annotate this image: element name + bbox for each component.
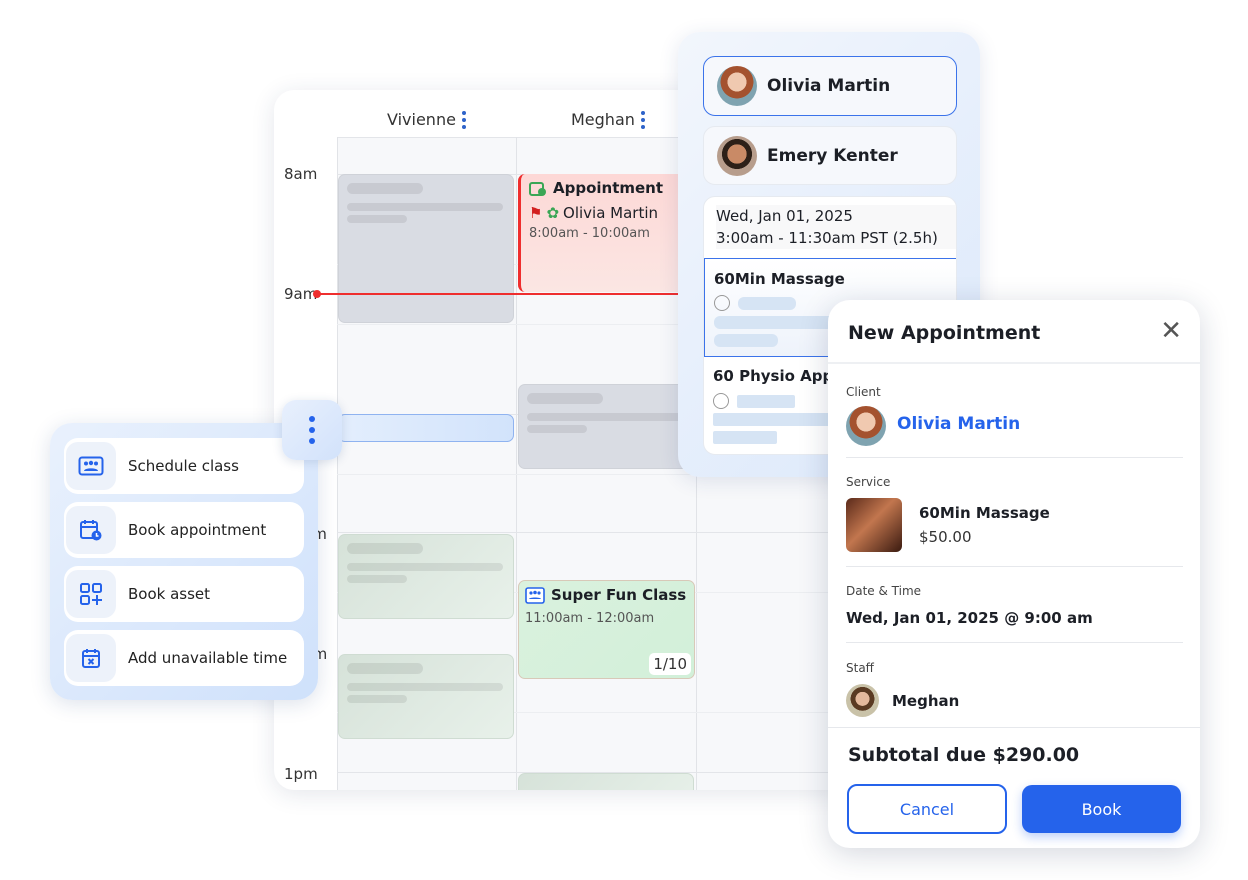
menu-item-label: Schedule class bbox=[128, 457, 239, 475]
staff-label: Staff bbox=[846, 661, 874, 675]
event-client: Olivia Martin bbox=[563, 204, 659, 222]
event-title: Super Fun Class bbox=[551, 586, 687, 604]
menu-item-label: Add unavailable time bbox=[128, 649, 288, 667]
modal-title: New Appointment bbox=[848, 322, 1041, 344]
calendar-event-placeholder[interactable] bbox=[338, 534, 514, 619]
divider bbox=[828, 362, 1200, 364]
menu-item-add-unavailable-time[interactable]: Add unavailable time bbox=[64, 630, 304, 686]
client-avatar bbox=[846, 406, 886, 446]
avatar bbox=[717, 66, 757, 106]
menu-item-label: Book asset bbox=[128, 585, 211, 603]
class-icon bbox=[66, 442, 116, 490]
date-text: Wed, Jan 01, 2025 bbox=[716, 207, 853, 225]
new-appointment-modal: New Appointment ✕ Client Olivia Martin S… bbox=[828, 300, 1200, 848]
service-image bbox=[846, 498, 902, 552]
calendar-event-placeholder[interactable] bbox=[338, 174, 514, 323]
capacity-badge: 1/10 bbox=[649, 653, 691, 675]
appointment-event[interactable]: Appointment ⚑ ✿ Olivia Martin 8:00am - 1… bbox=[518, 174, 698, 292]
event-title: Appointment bbox=[553, 179, 664, 197]
client-option-olivia[interactable]: Olivia Martin bbox=[703, 56, 957, 116]
divider bbox=[516, 137, 517, 790]
avatar bbox=[717, 135, 757, 176]
calendar-event-placeholder[interactable] bbox=[518, 384, 698, 469]
time-label: 8am bbox=[284, 165, 318, 183]
current-time-dot bbox=[313, 290, 321, 298]
divider bbox=[337, 532, 854, 533]
current-time-line bbox=[316, 293, 680, 295]
menu-item-schedule-class[interactable]: Schedule class bbox=[64, 438, 304, 494]
grid-plus-icon bbox=[66, 570, 116, 618]
client-option-emery[interactable]: Emery Kenter bbox=[703, 126, 957, 185]
service-name: 60 Physio Appo bbox=[713, 367, 844, 385]
class-event[interactable]: Super Fun Class 11:00am - 12:00am 1/10 bbox=[518, 580, 695, 679]
service-price: $50.00 bbox=[919, 528, 972, 546]
datetime-label: Date & Time bbox=[846, 584, 922, 598]
more-actions-button[interactable] bbox=[282, 400, 342, 460]
calendar-clock-icon bbox=[66, 506, 116, 554]
client-name: Emery Kenter bbox=[767, 145, 898, 166]
subtotal: Subtotal due $290.00 bbox=[848, 744, 1080, 766]
datetime-value[interactable]: Wed, Jan 01, 2025 @ 9:00 am bbox=[846, 609, 1093, 627]
book-button[interactable]: Book bbox=[1022, 785, 1181, 833]
calendar-x-icon bbox=[66, 634, 116, 682]
clock-icon bbox=[713, 393, 729, 409]
more-icon[interactable] bbox=[640, 110, 645, 129]
client-label: Client bbox=[846, 385, 881, 399]
service-name: 60Min Massage bbox=[714, 270, 845, 288]
service-label: Service bbox=[846, 475, 891, 489]
time-label: 1pm bbox=[284, 765, 318, 783]
event-time: 8:00am - 10:00am bbox=[529, 226, 650, 241]
calendar-event-placeholder[interactable] bbox=[338, 654, 514, 739]
column-header-meghan[interactable]: Meghan bbox=[571, 110, 645, 129]
class-icon bbox=[525, 586, 545, 604]
date-summary: Wed, Jan 01, 2025 3:00am - 11:30am PST (… bbox=[716, 205, 956, 249]
client-name: Olivia Martin bbox=[767, 76, 891, 96]
more-icon bbox=[309, 416, 315, 444]
menu-item-book-appointment[interactable]: Book appointment bbox=[64, 502, 304, 558]
divider bbox=[846, 457, 1183, 458]
calendar-event-placeholder[interactable] bbox=[518, 773, 694, 790]
menu-item-label: Book appointment bbox=[128, 521, 267, 539]
selected-slot[interactable] bbox=[338, 414, 514, 442]
time-range-text: 3:00am - 11:30am PST (2.5h) bbox=[716, 229, 938, 247]
divider bbox=[828, 727, 1200, 728]
event-time: 11:00am - 12:00am bbox=[525, 611, 655, 626]
divider bbox=[846, 642, 1183, 643]
flag-icon: ⚑ bbox=[529, 204, 543, 222]
staff-avatar bbox=[846, 684, 879, 717]
calendar-clock-icon bbox=[529, 181, 546, 196]
column-name: Meghan bbox=[571, 110, 635, 129]
badge-icon: ✿ bbox=[546, 204, 560, 222]
staff-name: Meghan bbox=[892, 692, 960, 710]
divider bbox=[846, 566, 1183, 567]
clock-icon bbox=[714, 295, 730, 311]
column-name: Vivienne bbox=[387, 110, 456, 129]
column-header-vivienne[interactable]: Vivienne bbox=[387, 110, 466, 129]
action-menu: Schedule class Book appointment Book ass… bbox=[50, 423, 318, 700]
menu-item-book-asset[interactable]: Book asset bbox=[64, 566, 304, 622]
close-icon[interactable]: ✕ bbox=[1160, 318, 1182, 344]
more-icon[interactable] bbox=[461, 110, 466, 129]
cancel-button[interactable]: Cancel bbox=[847, 784, 1007, 834]
service-name: 60Min Massage bbox=[919, 504, 1050, 522]
client-link[interactable]: Olivia Martin bbox=[897, 414, 1020, 434]
